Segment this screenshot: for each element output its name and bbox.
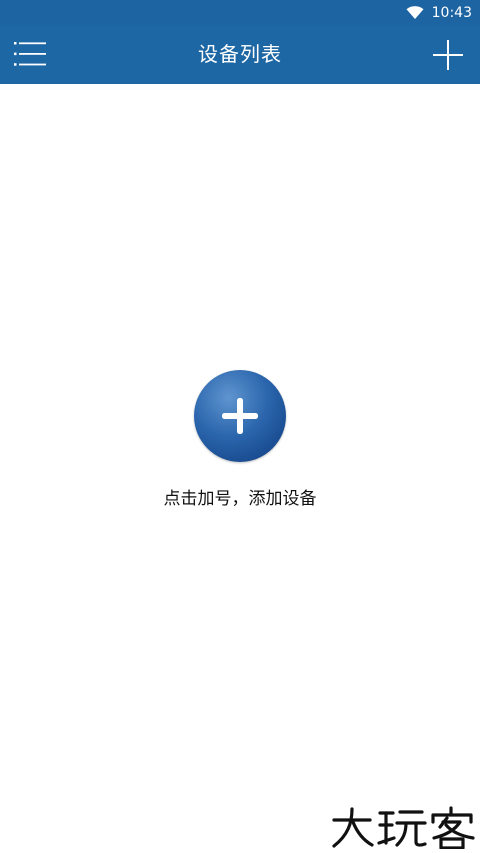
- plus-icon: [432, 39, 464, 71]
- empty-state-hint: 点击加号，添加设备: [163, 489, 317, 509]
- wifi-icon: [406, 5, 424, 20]
- status-time: 10:43: [431, 4, 472, 21]
- menu-icon: [14, 41, 46, 67]
- plus-icon: [220, 396, 260, 436]
- app-bar: 设备列表: [0, 25, 480, 84]
- page-title: 设备列表: [198, 42, 282, 66]
- status-bar: 10:43: [0, 0, 480, 25]
- menu-button[interactable]: [10, 37, 50, 71]
- device-list-screen: 10:43 设备列表 点击加号，添加设备: [0, 0, 480, 853]
- add-device-circle-button[interactable]: [194, 370, 286, 462]
- device-list-content: 点击加号，添加设备: [0, 84, 480, 853]
- watermark-logo: [330, 805, 476, 849]
- add-device-button[interactable]: [430, 37, 466, 73]
- status-indicators: 10:43: [406, 0, 472, 25]
